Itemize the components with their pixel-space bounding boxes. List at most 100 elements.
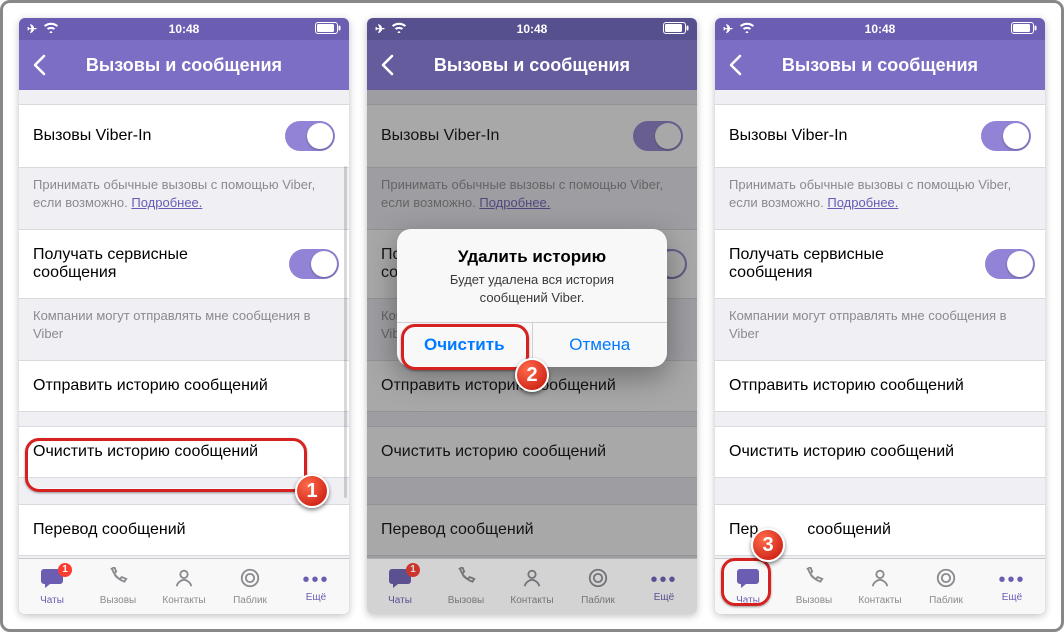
tab-label: Ещё xyxy=(654,592,674,603)
status-time: 10:48 xyxy=(19,22,349,36)
person-icon xyxy=(173,567,195,593)
status-bar: ✈ 10:48 xyxy=(367,18,697,40)
tab-label: Контакты xyxy=(858,595,901,606)
phone-icon xyxy=(803,567,825,593)
row-label: Пер сообщений xyxy=(729,521,891,539)
tab-bar: Чаты Вызовы Контакты Паблик ••• Ещё xyxy=(715,558,1045,614)
tab-public: Паблик xyxy=(565,567,631,606)
tab-label: Вызовы xyxy=(448,595,484,606)
tab-label: Ещё xyxy=(306,592,326,603)
settings-list: Вызовы Viber-In Принимать обычные вызовы… xyxy=(19,90,349,558)
row-clear-history[interactable]: Очистить историю сообщений xyxy=(715,426,1045,478)
person-icon xyxy=(521,567,543,593)
chat-bubble-icon: 1 xyxy=(388,567,412,593)
tab-label: Контакты xyxy=(510,595,553,606)
more-icon: ••• xyxy=(998,570,1025,590)
viber-in-footnote: Принимать обычные вызовы с помощью Viber… xyxy=(19,168,349,215)
unread-badge: 1 xyxy=(58,563,72,577)
row-label: Получать сервисные сообщения xyxy=(33,246,263,282)
tab-contacts: Контакты xyxy=(499,567,565,606)
page-title: Вызовы и сообщения xyxy=(715,55,1045,76)
screenshot-step-2: ✈ 10:48 Вызовы и сообщения Вызовы Viber-… xyxy=(367,18,697,614)
tab-calls: Вызовы xyxy=(433,567,499,606)
tab-label: Вызовы xyxy=(796,595,832,606)
screenshot-step-1: ✈ 10:48 Вызовы и сообщения Вызовы Viber-… xyxy=(19,18,349,614)
alert-title: Удалить историю xyxy=(397,229,667,271)
tab-calls[interactable]: Вызовы xyxy=(781,567,847,606)
tab-label: Чаты xyxy=(40,595,64,606)
row-translate[interactable]: Пер сообщений xyxy=(715,504,1045,556)
viber-in-footnote: Принимать обычные вызовы с помощью Viber… xyxy=(715,168,1045,215)
row-label: Вызовы Viber-In xyxy=(33,127,151,145)
person-icon xyxy=(869,567,891,593)
row-viber-in[interactable]: Вызовы Viber-In xyxy=(19,104,349,168)
tab-label: Паблик xyxy=(929,595,963,606)
public-icon xyxy=(935,567,957,593)
learn-more-link[interactable]: Подробнее. xyxy=(131,195,202,210)
delete-history-alert: Удалить историю Будет удалена вся истори… xyxy=(397,229,667,367)
learn-more-link[interactable]: Подробнее. xyxy=(827,195,898,210)
public-icon xyxy=(239,567,261,593)
page-title: Вызовы и сообщения xyxy=(19,55,349,76)
toggle-viber-in[interactable] xyxy=(285,121,335,151)
status-time: 10:48 xyxy=(715,22,1045,36)
row-viber-in[interactable]: Вызовы Viber-In xyxy=(715,104,1045,168)
phone-icon xyxy=(107,567,129,593)
tab-more: ••• Ещё xyxy=(631,570,697,603)
status-bar: ✈ 10:48 xyxy=(715,18,1045,40)
tab-label: Паблик xyxy=(233,595,267,606)
more-icon: ••• xyxy=(650,570,677,590)
navbar: Вызовы и сообщения xyxy=(367,40,697,90)
tab-chats[interactable]: 1 Чаты xyxy=(19,567,85,606)
toggle-service[interactable] xyxy=(985,249,1035,279)
alert-cancel-button[interactable]: Отмена xyxy=(533,323,668,367)
row-translate[interactable]: Перевод сообщений xyxy=(19,504,349,556)
row-label: Очистить историю сообщений xyxy=(33,443,258,461)
toggle-viber-in[interactable] xyxy=(981,121,1031,151)
screenshot-step-3: ✈ 10:48 Вызовы и сообщения Вызовы Viber-… xyxy=(715,18,1045,614)
row-send-history[interactable]: Отправить историю сообщений xyxy=(19,360,349,412)
tab-more[interactable]: ••• Ещё xyxy=(283,570,349,603)
chat-bubble-icon: 1 xyxy=(40,567,64,593)
service-footnote: Компании могут отправлять мне сообщения … xyxy=(715,299,1045,346)
tab-chats[interactable]: Чаты xyxy=(715,567,781,606)
service-footnote: Компании могут отправлять мне сообщения … xyxy=(19,299,349,346)
row-send-history[interactable]: Отправить историю сообщений xyxy=(715,360,1045,412)
status-time: 10:48 xyxy=(367,22,697,36)
tab-more[interactable]: ••• Ещё xyxy=(979,570,1045,603)
navbar: Вызовы и сообщения xyxy=(19,40,349,90)
tab-chats: 1 Чаты xyxy=(367,567,433,606)
row-label: Вызовы Viber-In xyxy=(729,127,847,145)
more-icon: ••• xyxy=(302,570,329,590)
toggle-service[interactable] xyxy=(289,249,339,279)
tab-bar: 1 Чаты Вызовы Контакты Паблик ••• Ещё xyxy=(367,558,697,614)
row-label: Перевод сообщений xyxy=(33,521,186,539)
tab-label: Ещё xyxy=(1002,592,1022,603)
row-label: Очистить историю сообщений xyxy=(729,443,954,461)
row-label: Отправить историю сообщений xyxy=(33,377,268,395)
tab-calls[interactable]: Вызовы xyxy=(85,567,151,606)
row-service-messages[interactable]: Получать сервисные сообщения xyxy=(19,229,349,299)
chat-bubble-icon xyxy=(736,567,760,593)
scrollbar[interactable] xyxy=(344,166,347,498)
tab-public[interactable]: Паблик xyxy=(913,567,979,606)
tab-label: Чаты xyxy=(736,595,760,606)
status-bar: ✈ 10:48 xyxy=(19,18,349,40)
row-clear-history[interactable]: Очистить историю сообщений xyxy=(19,426,349,478)
tab-contacts[interactable]: Контакты xyxy=(151,567,217,606)
page-title: Вызовы и сообщения xyxy=(367,55,697,76)
step-badge-1: 1 xyxy=(295,474,329,508)
tab-bar: 1 Чаты Вызовы Контакты Паблик xyxy=(19,558,349,614)
settings-list: Вызовы Viber-In Принимать обычные вызовы… xyxy=(715,90,1045,558)
navbar: Вызовы и сообщения xyxy=(715,40,1045,90)
row-label: Получать сервисные сообщения xyxy=(729,246,959,282)
row-service-messages[interactable]: Получать сервисные сообщения xyxy=(715,229,1045,299)
tab-contacts[interactable]: Контакты xyxy=(847,567,913,606)
tab-label: Вызовы xyxy=(100,595,136,606)
unread-badge: 1 xyxy=(406,563,420,577)
tab-public[interactable]: Паблик xyxy=(217,567,283,606)
row-label: Отправить историю сообщений xyxy=(729,377,964,395)
phone-icon xyxy=(455,567,477,593)
public-icon xyxy=(587,567,609,593)
alert-confirm-button[interactable]: Очистить xyxy=(397,323,533,367)
